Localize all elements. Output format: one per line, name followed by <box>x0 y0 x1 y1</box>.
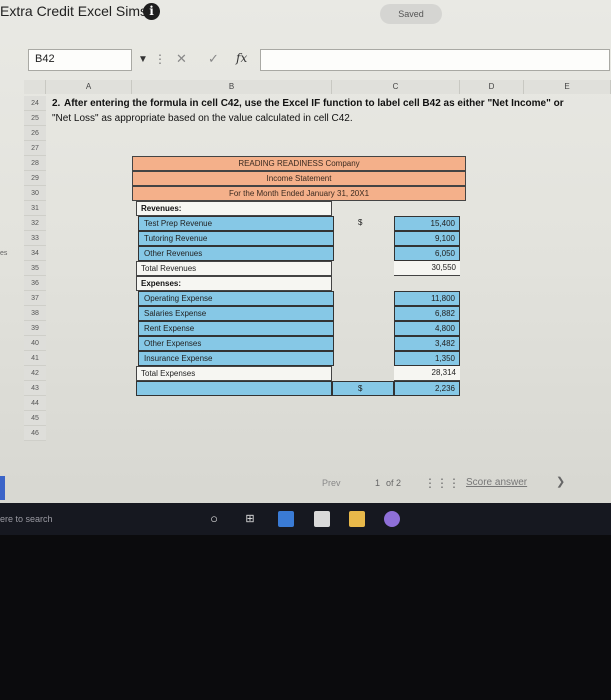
row-header[interactable]: 41 <box>24 351 46 366</box>
info-icon[interactable]: i <box>143 3 160 20</box>
expenses-label[interactable]: Expenses: <box>136 276 332 291</box>
column-header-d[interactable]: D <box>460 80 524 94</box>
separator-icon: ⋮ <box>154 52 166 66</box>
row-header[interactable]: 44 <box>24 396 46 411</box>
instruction-number: 2. <box>52 98 61 109</box>
row-header[interactable]: 37 <box>24 291 46 306</box>
row-header[interactable]: 26 <box>24 126 46 141</box>
expense-item-name[interactable]: Rent Expense <box>138 321 334 336</box>
score-answer-link[interactable]: Score answer <box>466 477 527 488</box>
revenue-item-value[interactable]: 15,400 <box>394 216 460 231</box>
dollar-sign: $ <box>358 218 363 227</box>
expense-item-value[interactable]: 6,882 <box>394 306 460 321</box>
row-header[interactable]: 24 <box>24 96 46 111</box>
total-expenses-label[interactable]: Total Expenses <box>136 366 332 381</box>
chevron-right-icon[interactable]: ❯ <box>556 475 565 488</box>
statement-title[interactable]: Income Statement <box>132 171 466 186</box>
prev-button[interactable]: Prev <box>322 478 341 488</box>
revenue-item-value[interactable]: 6,050 <box>394 246 460 261</box>
task-view-icon[interactable]: ⊞ <box>242 511 258 527</box>
cancel-icon[interactable]: ✕ <box>176 51 187 67</box>
row-header[interactable]: 34 <box>24 246 46 261</box>
title-bar: Extra Credit Excel Sims i Saved <box>0 0 611 28</box>
row-header[interactable]: 42 <box>24 366 46 381</box>
column-header-a[interactable]: A <box>46 80 132 94</box>
row-header[interactable]: 39 <box>24 321 46 336</box>
side-label: es <box>0 250 8 257</box>
expense-item-name[interactable]: Operating Expense <box>138 291 334 306</box>
revenue-item-value[interactable]: 9,100 <box>394 231 460 246</box>
statement-period[interactable]: For the Month Ended January 31, 20X1 <box>132 186 466 201</box>
side-tab[interactable] <box>0 476 5 500</box>
total-revenues-label[interactable]: Total Revenues <box>136 261 332 276</box>
revenue-item-name[interactable]: Tutoring Revenue <box>138 231 334 246</box>
company-name[interactable]: READING READINESS Company <box>132 156 466 171</box>
expense-item-name[interactable]: Salaries Expense <box>138 306 334 321</box>
row-header[interactable]: 46 <box>24 426 46 441</box>
mail-icon[interactable] <box>278 511 294 527</box>
saved-button[interactable]: Saved <box>380 4 442 24</box>
browser-icon[interactable] <box>384 511 400 527</box>
select-all-corner[interactable] <box>24 80 46 94</box>
name-box[interactable]: B42 <box>28 49 132 71</box>
row-header[interactable]: 32 <box>24 216 46 231</box>
instruction-line-1: After entering the formula in cell C42, … <box>64 98 564 109</box>
formula-bar: B42 ▼ ⋮ ✕ ✓ fx <box>20 46 610 74</box>
expense-item-value[interactable]: 11,800 <box>394 291 460 306</box>
dollar-sign: $ <box>358 384 363 393</box>
total-revenues-value[interactable]: 30,550 <box>394 261 460 276</box>
row-header[interactable]: 45 <box>24 411 46 426</box>
revenues-label[interactable]: Revenues: <box>136 201 332 216</box>
chevron-down-icon[interactable]: ▼ <box>138 54 148 65</box>
screen: Extra Credit Excel Sims i Saved B42 ▼ ⋮ … <box>0 0 611 535</box>
net-dollar-cell[interactable] <box>332 381 394 396</box>
cortana-icon[interactable]: ○ <box>206 511 222 527</box>
column-header-c[interactable]: C <box>332 80 460 94</box>
row-header[interactable]: 33 <box>24 231 46 246</box>
expense-item-name[interactable]: Other Expenses <box>138 336 334 351</box>
expense-item-value[interactable]: 4,800 <box>394 321 460 336</box>
taskbar: ere to search ○ ⊞ <box>0 503 611 535</box>
row-header[interactable]: 38 <box>24 306 46 321</box>
row-header[interactable]: 36 <box>24 276 46 291</box>
app-title: Extra Credit Excel Sims <box>0 3 148 19</box>
row-header[interactable]: 31 <box>24 201 46 216</box>
row-header[interactable]: 27 <box>24 141 46 156</box>
row-header[interactable]: 28 <box>24 156 46 171</box>
row-header[interactable]: 25 <box>24 111 46 126</box>
enter-icon[interactable]: ✓ <box>208 51 219 67</box>
row-header[interactable]: 40 <box>24 336 46 351</box>
row-header[interactable]: 29 <box>24 171 46 186</box>
taskbar-search[interactable]: ere to search <box>0 514 53 524</box>
expense-item-value[interactable]: 3,482 <box>394 336 460 351</box>
formula-input[interactable] <box>260 49 610 71</box>
folder-icon[interactable] <box>349 511 365 527</box>
current-page: 1 <box>375 478 381 488</box>
expense-item-name[interactable]: Insurance Expense <box>138 351 334 366</box>
column-header-b[interactable]: B <box>132 80 332 94</box>
total-expenses-value[interactable]: 28,314 <box>394 366 460 381</box>
revenue-item-name[interactable]: Test Prep Revenue <box>138 216 334 231</box>
insert-function-icon[interactable]: fx <box>236 51 247 65</box>
expense-item-value[interactable]: 1,350 <box>394 351 460 366</box>
row-header[interactable]: 30 <box>24 186 46 201</box>
instruction-line-2: "Net Loss" as appropriate based on the v… <box>52 113 353 124</box>
page-total: of 2 <box>386 478 402 488</box>
net-value[interactable]: 2,236 <box>394 381 460 396</box>
store-icon[interactable] <box>314 511 330 527</box>
revenue-item-name[interactable]: Other Revenues <box>138 246 334 261</box>
row-header[interactable]: 35 <box>24 261 46 276</box>
row-header[interactable]: 43 <box>24 381 46 396</box>
spreadsheet: A B C D E 24 25 26 27 28 29 30 31 32 33 … <box>24 80 611 460</box>
column-header-e[interactable]: E <box>524 80 611 94</box>
net-label-cell[interactable] <box>136 381 332 396</box>
grid-icon[interactable]: ⋮⋮⋮ <box>424 476 460 490</box>
